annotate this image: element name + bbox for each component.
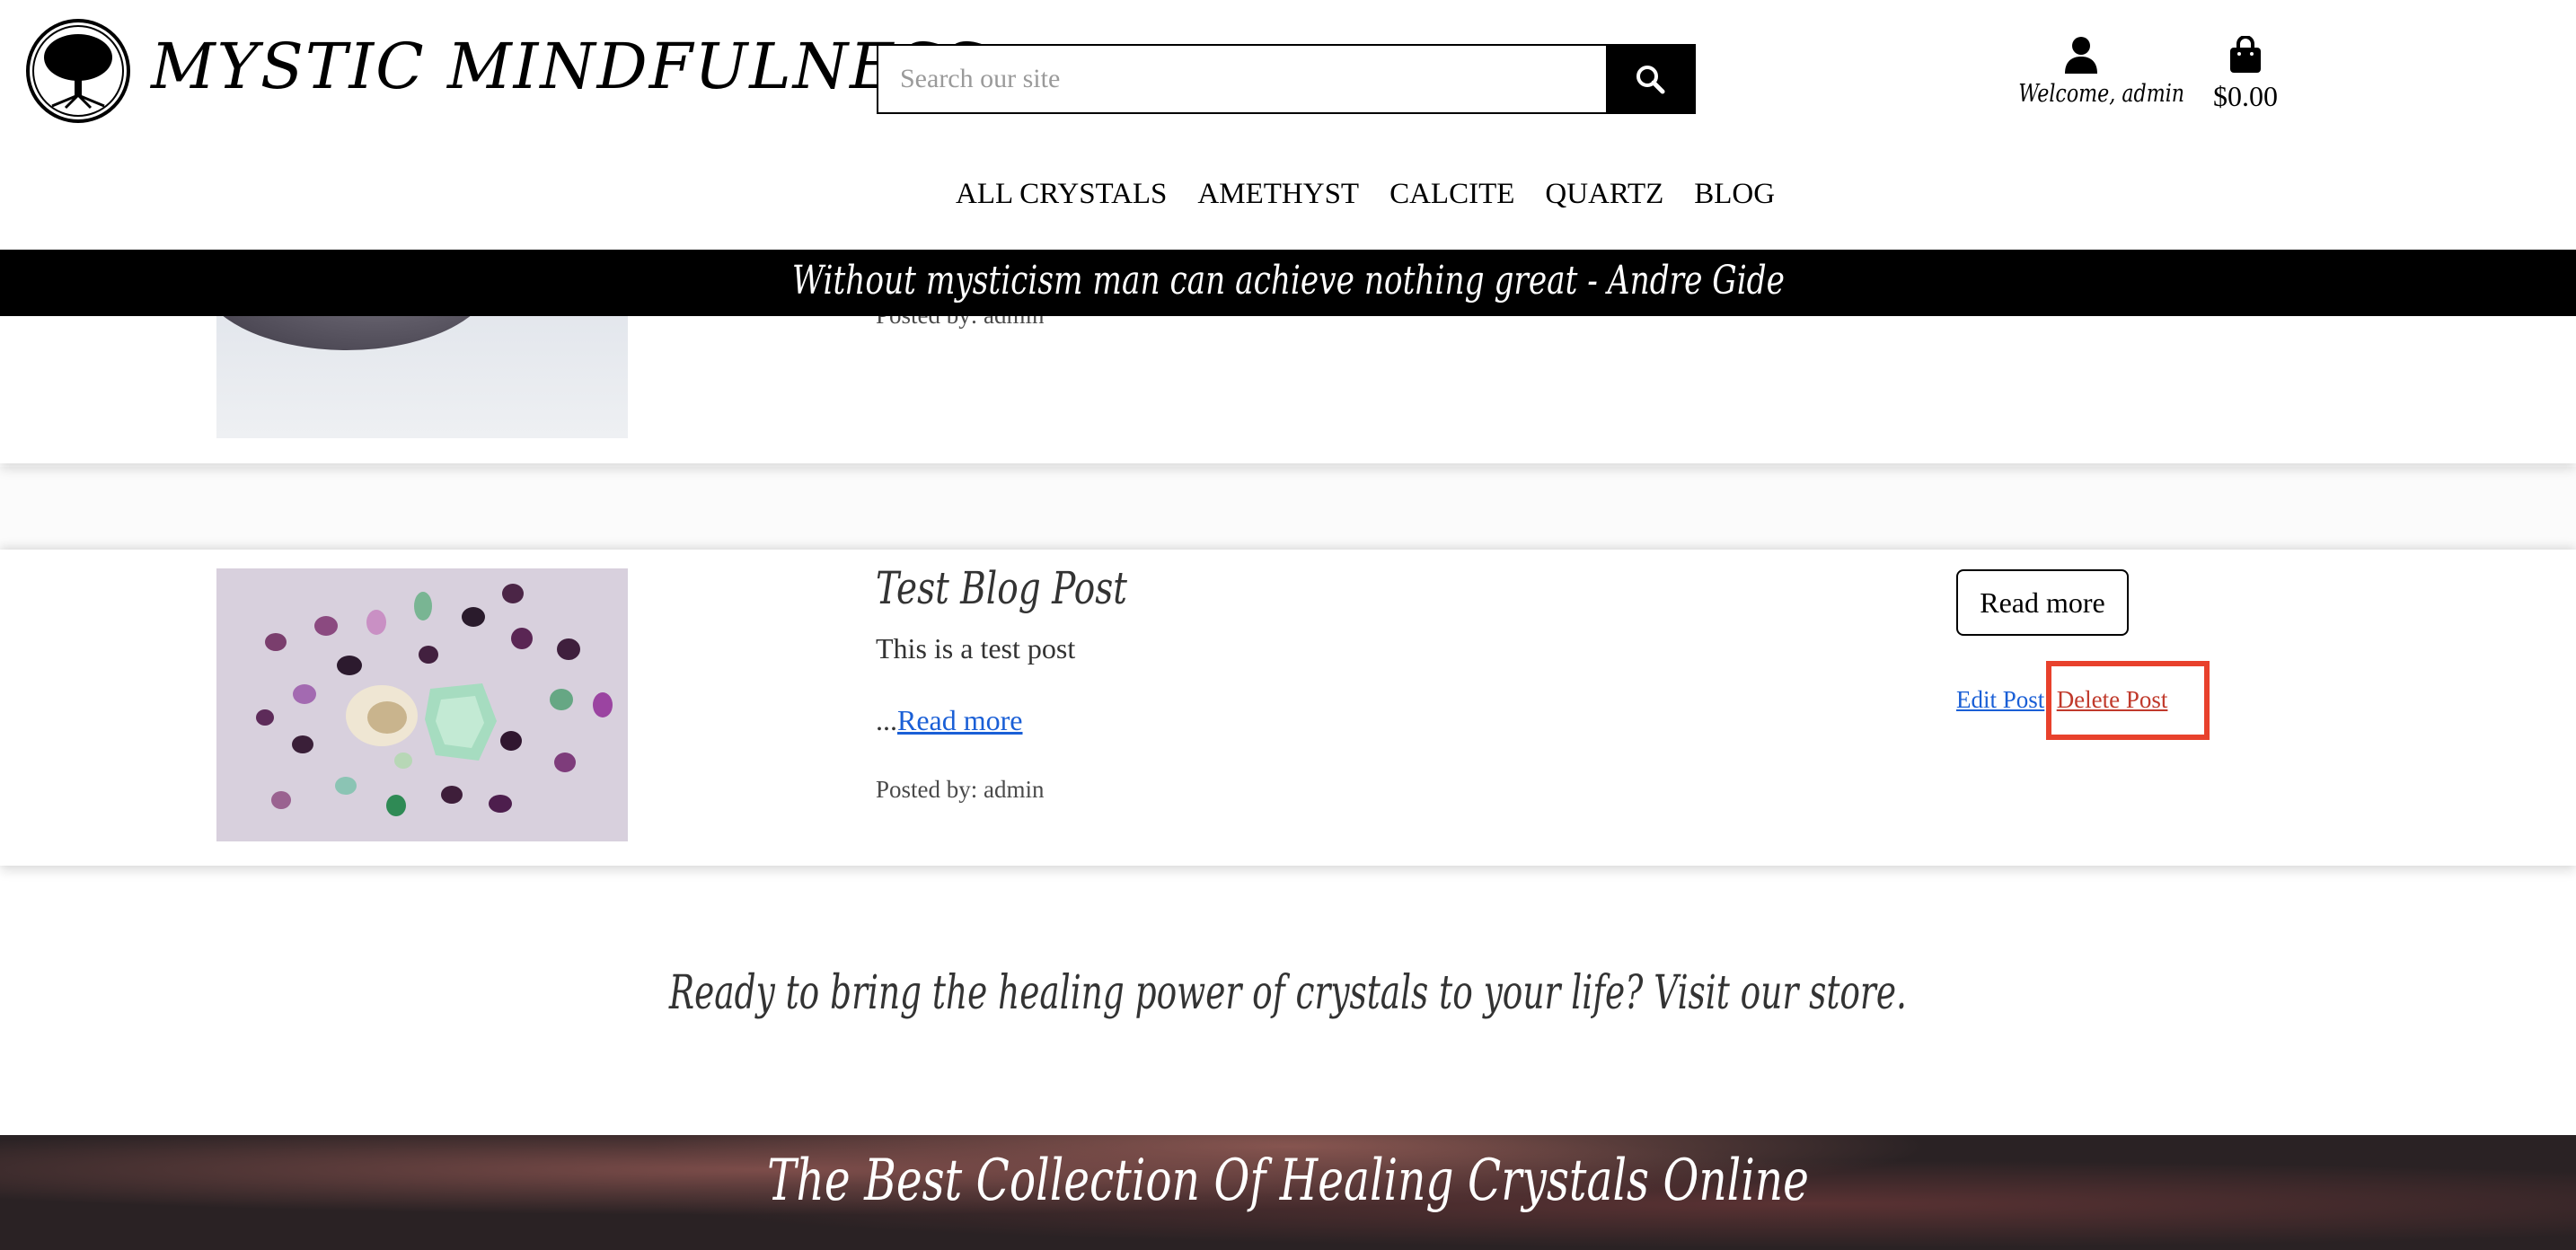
bag-total: $0.00 [2213,80,2278,112]
read-more-button[interactable]: Read more [1956,569,2129,636]
site-logo[interactable] [25,18,131,124]
shopping-bag-link[interactable]: $0.00 [2201,35,2290,113]
footer-title: The Best Collection Of Healing Crystals … [767,1148,1809,1214]
ellipsis: ... [876,704,897,736]
post-title[interactable]: Test Blog Post [876,562,1198,614]
nav-item-amethyst[interactable]: AMETHYST [1197,178,1359,211]
search-form [877,44,1696,114]
admin-actions: Edit Post | Delete Post [1956,686,2167,714]
row-divider [0,467,2576,550]
post-excerpt: This is a test post [876,632,1076,665]
quote-banner: Without mysticism man can achieve nothin… [0,250,2576,316]
account-label: Welcome, admin [2018,80,2185,108]
shopping-bag-icon [2230,35,2261,73]
separator: | [2048,686,2053,713]
main-nav: ALL CRYSTALS AMETHYST CALCITE QUARTZ BLO… [956,178,1805,211]
post-image[interactable] [216,568,628,841]
tree-of-life-icon [26,19,130,123]
blog-post-row: Test Blog Post This is a test post ...Re… [0,550,2576,866]
footer-hero: The Best Collection Of Healing Crystals … [0,1135,2576,1250]
search-button[interactable] [1606,46,1694,112]
nav-item-blog[interactable]: BLOG [1694,178,1775,211]
account-link[interactable]: Welcome, admin [2005,36,2185,108]
store-cta[interactable]: Ready to bring the healing power of crys… [0,966,2576,1020]
read-more-link[interactable]: Read more [897,704,1023,736]
nav-item-all-crystals[interactable]: ALL CRYSTALS [956,178,1167,211]
site-title[interactable]: MYSTIC MINDFULNESS [151,27,986,106]
crystals-image [216,568,628,841]
post-more: ...Read more [876,704,1023,737]
nav-item-calcite[interactable]: CALCITE [1389,178,1514,211]
post-author: Posted by: admin [876,776,1045,803]
edit-post-link[interactable]: Edit Post [1956,686,2044,713]
search-icon [1636,66,1665,94]
user-icon [2065,37,2097,74]
quote-text: Without mysticism man can achieve nothin… [791,258,1785,304]
delete-post-link[interactable]: Delete Post [2057,686,2168,713]
nav-item-quartz[interactable]: QUARTZ [1545,178,1663,211]
search-input[interactable] [878,46,1606,112]
